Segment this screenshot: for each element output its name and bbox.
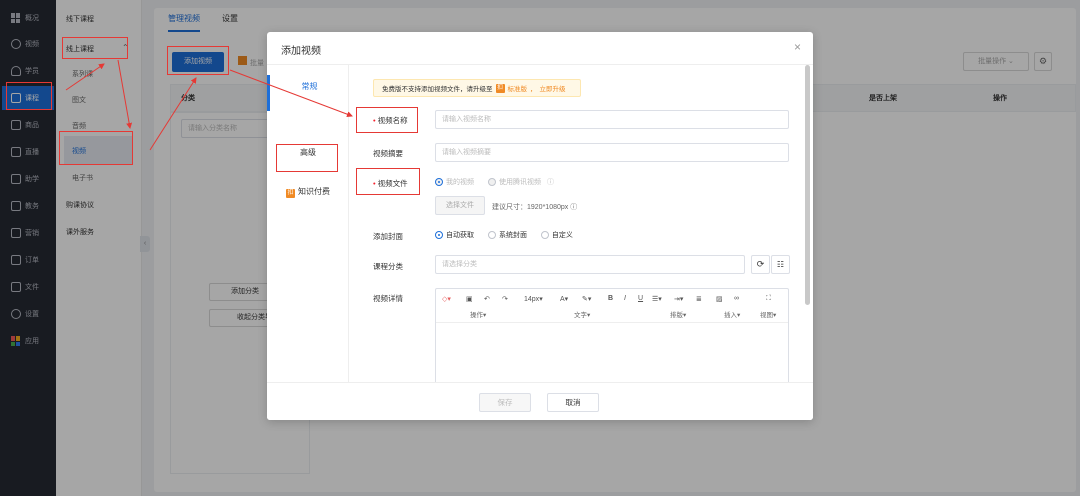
font-size-select[interactable]: 14px▾ <box>524 295 543 303</box>
video-file-label: • 视频文件 <box>373 179 408 188</box>
video-file-options: 我的视频 使用腾讯视频 ⓘ <box>435 177 566 188</box>
indent-icon[interactable]: ⇥▾ <box>674 295 683 303</box>
add-video-modal: 添加视频 × 常规 高级 扣知识付费 免费版不支持添加视频文件，请升级至 扣 标… <box>267 32 813 420</box>
modal-tabs: 常规 高级 扣知识付费 <box>267 65 349 382</box>
edition-badge-icon: 扣 <box>495 83 505 93</box>
video-detail-label: 视频详情 <box>373 294 403 303</box>
course-category-label: 课程分类 <box>373 262 403 271</box>
cover-label: 添加封面 <box>373 232 403 241</box>
editor-toolbar: ◇▾ ▣ ↶ ↷ 14px▾ A▾ ✎▾ B I U ☰▾ ⇥▾ ≣ ▨ ∞ ⛶… <box>436 289 788 323</box>
radio-cover-system[interactable]: 系统封面 <box>487 230 527 240</box>
video-name-input[interactable]: 请输入视频名称 <box>435 110 789 129</box>
group-layout[interactable]: 排版▾ <box>670 309 686 319</box>
font-color-icon[interactable]: A▾ <box>560 295 568 303</box>
upgrade-link[interactable]: 立即升级 <box>540 83 566 93</box>
radio-tencent-video[interactable]: 使用腾讯视频 ⓘ <box>487 177 554 187</box>
undo-icon[interactable]: ↶ <box>484 295 490 303</box>
cancel-button[interactable]: 取消 <box>547 393 599 412</box>
group-operation[interactable]: 操作▾ <box>470 309 486 319</box>
course-category-select[interactable]: 请选择分类 <box>435 255 745 274</box>
size-hint: 建议尺寸：1920*1080px ⓘ <box>492 204 578 211</box>
close-icon[interactable]: × <box>794 40 801 54</box>
video-summary-label: 视频摘要 <box>373 149 403 158</box>
eraser-icon[interactable]: ◇▾ <box>442 295 451 303</box>
highlight-icon[interactable]: ✎▾ <box>582 295 591 303</box>
modal-scrollbar[interactable] <box>805 65 810 305</box>
save-button[interactable]: 保存 <box>479 393 531 412</box>
fullscreen-icon[interactable]: ⛶ <box>766 295 771 303</box>
italic-icon[interactable]: I <box>624 295 626 302</box>
redo-icon[interactable]: ↷ <box>502 295 508 303</box>
image-icon[interactable]: ▨ <box>716 295 723 303</box>
cover-options: 自动获取 系统封面 自定义 <box>435 230 585 241</box>
save-icon[interactable]: ▣ <box>466 295 473 303</box>
link-icon[interactable]: ∞ <box>734 295 739 302</box>
list-icon[interactable]: ≣ <box>696 295 702 303</box>
tab-general[interactable]: 常规 <box>267 75 349 111</box>
group-text[interactable]: 文字▾ <box>574 309 590 319</box>
upgrade-notice: 免费版不支持添加视频文件，请升级至 扣 标准版，立即升级 <box>373 79 581 97</box>
underline-icon[interactable]: U <box>638 295 643 302</box>
align-icon[interactable]: ☰▾ <box>652 295 662 303</box>
bold-icon[interactable]: B <box>608 295 613 302</box>
paid-badge-icon: 扣 <box>286 189 295 198</box>
video-summary-input[interactable]: 请输入视频摘要 <box>435 143 789 162</box>
tab-advanced[interactable]: 高级 <box>267 147 349 158</box>
modal-title: 添加视频 <box>281 46 321 57</box>
group-insert[interactable]: 插入▾ <box>724 309 740 319</box>
edition-label: 标准版 <box>507 86 528 93</box>
tab-paid[interactable]: 扣知识付费 <box>267 186 349 198</box>
modal-footer: 保存 取消 <box>267 382 813 420</box>
radio-cover-custom[interactable]: 自定义 <box>540 230 573 240</box>
category-list-icon[interactable]: ☷ <box>771 255 790 274</box>
rich-text-editor[interactable]: ◇▾ ▣ ↶ ↷ 14px▾ A▾ ✎▾ B I U ☰▾ ⇥▾ ≣ ▨ ∞ ⛶… <box>435 288 789 388</box>
video-name-label: • 视频名称 <box>373 116 408 125</box>
radio-my-video[interactable]: 我的视频 <box>435 177 474 187</box>
refresh-icon[interactable]: ⟳ <box>751 255 770 274</box>
info-icon: ⓘ <box>546 179 554 186</box>
info-icon: ⓘ <box>570 204 578 211</box>
group-view[interactable]: 视图▾ <box>760 309 776 319</box>
radio-cover-auto[interactable]: 自动获取 <box>435 230 474 240</box>
select-file-button[interactable]: 选择文件 <box>435 196 485 215</box>
